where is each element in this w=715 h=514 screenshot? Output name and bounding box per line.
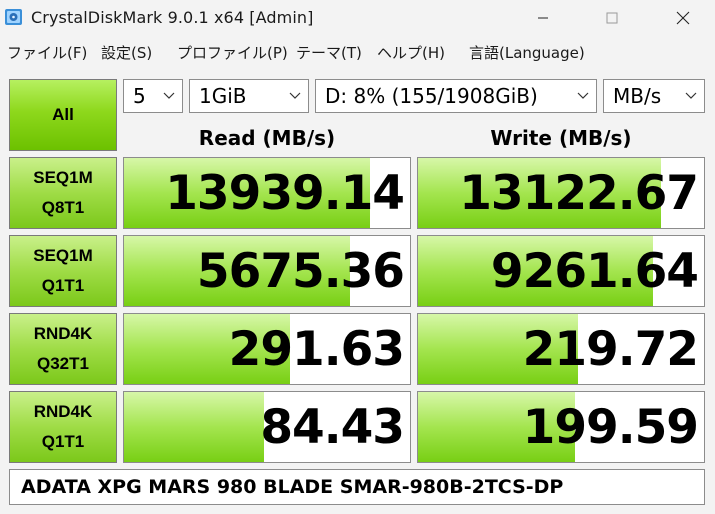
window-title: CrystalDiskMark 9.0.1 x64 [Admin] — [31, 8, 314, 27]
write-result-seq1m-q8t1: 13122.67 — [417, 157, 705, 229]
read-result-bar — [124, 392, 265, 462]
drive-select[interactable]: D: 8% (155/1908GiB) — [315, 79, 597, 113]
read-result-rnd4k-q1t1: 84.43 — [123, 391, 411, 463]
write-column-header: Write (MB/s) — [490, 126, 632, 150]
run-all-button[interactable]: All — [9, 79, 117, 151]
write-result-value: 199.59 — [522, 400, 699, 455]
read-result-rnd4k-q32t1: 291.63 — [123, 313, 411, 385]
test-button-seq1m-q1t1[interactable]: SEQ1M Q1T1 — [9, 235, 117, 307]
chevron-down-icon — [577, 92, 589, 99]
read-result-value: 291.63 — [228, 322, 405, 377]
unit-value: MB/s — [613, 84, 662, 108]
read-result-value: 84.43 — [260, 400, 405, 455]
title-bar: CrystalDiskMark 9.0.1 x64 [Admin] — [0, 0, 715, 36]
test-button-line2: Q32T1 — [37, 354, 89, 373]
write-result-value: 9261.64 — [490, 244, 699, 299]
chevron-down-icon — [685, 92, 697, 99]
test-button-seq1m-q8t1[interactable]: SEQ1M Q8T1 — [9, 157, 117, 229]
menu-bar: ファイル(F) 設定(S) プロファイル(P) テーマ(T) ヘルプ(H) 言語… — [0, 36, 715, 66]
read-result-seq1m-q8t1: 13939.14 — [123, 157, 411, 229]
test-count-select[interactable]: 5 — [123, 79, 183, 113]
write-result-rnd4k-q1t1: 199.59 — [417, 391, 705, 463]
minimize-icon — [538, 17, 548, 19]
menu-language[interactable]: 言語(Language) — [469, 42, 585, 63]
menu-theme[interactable]: テーマ(T) — [296, 42, 362, 63]
comment-text: ADATA XPG MARS 980 BLADE SMAR-980B-2TCS-… — [21, 476, 564, 498]
test-button-line2: Q1T1 — [41, 432, 85, 451]
test-button-line2: Q1T1 — [41, 276, 85, 295]
menu-file[interactable]: ファイル(F) — [7, 42, 87, 63]
test-count-value: 5 — [133, 84, 146, 108]
read-column-header: Read (MB/s) — [198, 126, 336, 150]
test-button-line1: SEQ1M — [33, 168, 93, 187]
read-result-value: 13939.14 — [165, 166, 405, 221]
close-icon — [676, 11, 690, 25]
maximize-icon — [606, 12, 618, 24]
test-size-value: 1GiB — [199, 84, 247, 108]
test-size-select[interactable]: 1GiB — [189, 79, 309, 113]
maximize-button[interactable] — [584, 0, 640, 36]
read-result-seq1m-q1t1: 5675.36 — [123, 235, 411, 307]
unit-select[interactable]: MB/s — [603, 79, 705, 113]
chevron-down-icon — [163, 92, 175, 99]
chevron-down-icon — [289, 92, 301, 99]
menu-settings[interactable]: 設定(S) — [101, 42, 152, 63]
drive-value: D: 8% (155/1908GiB) — [325, 84, 538, 108]
crystaldiskmark-app-icon — [5, 9, 22, 25]
read-result-value: 5675.36 — [196, 244, 405, 299]
test-button-rnd4k-q32t1[interactable]: RND4K Q32T1 — [9, 313, 117, 385]
minimize-button[interactable] — [515, 0, 571, 36]
write-result-seq1m-q1t1: 9261.64 — [417, 235, 705, 307]
test-button-line1: RND4K — [33, 324, 93, 343]
write-result-rnd4k-q32t1: 219.72 — [417, 313, 705, 385]
write-result-value: 13122.67 — [459, 166, 699, 221]
menu-help[interactable]: ヘルプ(H) — [377, 42, 445, 63]
test-button-line1: SEQ1M — [33, 246, 93, 265]
test-button-line2: Q8T1 — [41, 198, 85, 217]
test-button-rnd4k-q1t1[interactable]: RND4K Q1T1 — [9, 391, 117, 463]
comment-field[interactable]: ADATA XPG MARS 980 BLADE SMAR-980B-2TCS-… — [9, 469, 705, 505]
test-button-line1: RND4K — [33, 402, 93, 421]
write-result-value: 219.72 — [522, 322, 699, 377]
menu-profile[interactable]: プロファイル(P) — [177, 42, 288, 63]
close-button[interactable] — [655, 0, 711, 36]
